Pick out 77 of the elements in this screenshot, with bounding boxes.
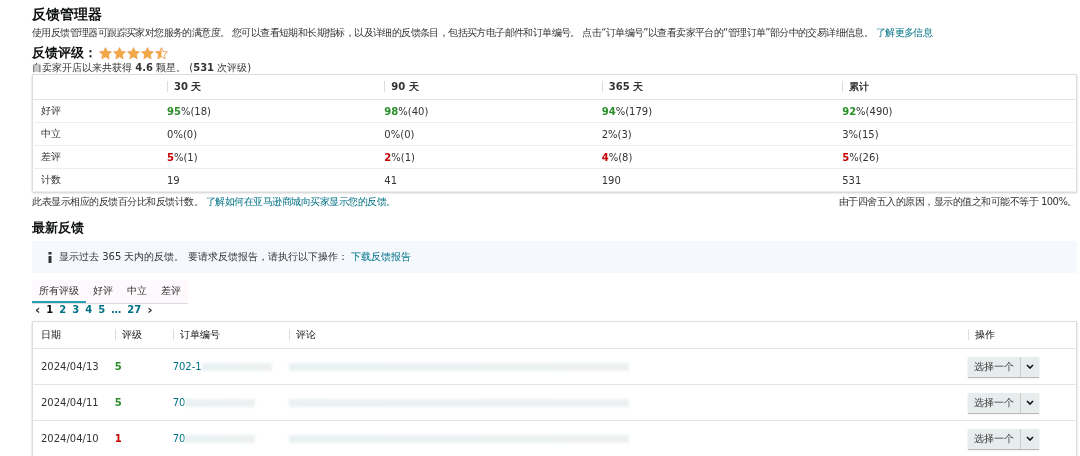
- table-cell: 190: [601, 174, 621, 186]
- order-link[interactable]: 70: [172, 397, 186, 408]
- chevron-down-icon: [1026, 436, 1034, 441]
- order-link[interactable]: 702-1: [172, 361, 202, 372]
- table-cell: 19: [167, 174, 180, 186]
- select-action-button[interactable]: 选择一个: [968, 428, 1020, 449]
- page-link[interactable]: 4: [82, 304, 96, 316]
- column-header: 订单编号: [172, 329, 220, 340]
- table-note: 此表显示相应的反馈百分比和反馈计数。 了解如何在亚马逊商城向买家显示您的反馈。: [32, 195, 396, 209]
- column-header: 日期: [41, 329, 61, 340]
- star-icon: [99, 46, 112, 60]
- download-report-link[interactable]: 下载反馈报告: [350, 251, 411, 262]
- rating-cell: 5: [114, 397, 122, 408]
- row-label: 中立: [41, 128, 61, 139]
- table-cell: 41: [384, 174, 398, 186]
- table-cell: 5%(1): [167, 151, 198, 163]
- next-page-button[interactable]: ›: [144, 304, 156, 316]
- column-header: 30 天: [167, 81, 202, 92]
- rating-cell: 1: [114, 433, 122, 444]
- page-link[interactable]: …: [108, 304, 125, 316]
- column-header: 365 天: [601, 81, 644, 92]
- date-cell: 2024/04/10: [41, 433, 99, 444]
- table-cell: 2%(1): [384, 151, 415, 163]
- select-action-button[interactable]: 选择一个: [968, 392, 1020, 413]
- learn-more-link[interactable]: 了解更多信息: [875, 27, 933, 38]
- star-icon: [127, 46, 140, 60]
- page-title: 反馈管理器: [32, 6, 103, 24]
- date-cell: 2024/04/11: [41, 397, 99, 408]
- half-star-icon: [155, 46, 168, 60]
- row-label: 好评: [41, 105, 61, 116]
- page-link[interactable]: 27: [124, 304, 145, 316]
- dropdown-button[interactable]: [1020, 428, 1039, 449]
- order-link[interactable]: 70: [172, 433, 186, 444]
- dropdown-button[interactable]: [1020, 392, 1039, 413]
- page-link[interactable]: 3: [69, 304, 83, 316]
- rating-cell: 5: [114, 361, 122, 372]
- table-cell: 0%(0): [384, 128, 415, 140]
- filter-tab[interactable]: 差评: [154, 280, 188, 303]
- table-cell: 4%(8): [601, 151, 633, 163]
- rounding-note: 由于四舍五入的原因，显示的值之和可能不等于 100%。: [838, 195, 1077, 209]
- chevron-down-icon: [1026, 400, 1034, 405]
- column-header: 操作: [968, 329, 995, 340]
- table-cell: 2%(3): [601, 128, 632, 140]
- select-action-button[interactable]: 选择一个: [968, 356, 1020, 377]
- table-cell: 5%(26): [842, 151, 880, 163]
- page-link[interactable]: 1: [43, 304, 57, 316]
- info-icon: [48, 251, 52, 263]
- display-feedback-link[interactable]: 了解如何在亚马逊商城向买家显示您的反馈。: [205, 196, 396, 207]
- rating-heading: 反馈评级：: [32, 44, 97, 62]
- column-header: 累计: [842, 81, 870, 92]
- table-cell: 0%(0): [167, 128, 198, 140]
- star-icon: [141, 46, 154, 60]
- column-header: 90 天: [384, 81, 419, 92]
- star-icon: [113, 46, 126, 60]
- row-label: 差评: [41, 151, 61, 162]
- row-label: 计数: [41, 174, 61, 185]
- table-cell: 94%(179): [601, 105, 653, 117]
- table-cell: 531: [842, 174, 862, 186]
- notice-text: 显示过去 365 天内的反馈。 要请求反馈报告，请执行以下操作： 下载反馈报告: [59, 250, 411, 264]
- chevron-down-icon: [1026, 364, 1034, 369]
- page-link[interactable]: 2: [56, 304, 70, 316]
- previous-page-button[interactable]: ‹: [32, 304, 44, 316]
- table-cell: 95%(18): [167, 105, 211, 117]
- section-heading: 最新反馈: [32, 219, 85, 237]
- rating-summary: 自卖家开店以来共获得 4.6 颗星。 (531 次评级): [32, 62, 253, 73]
- table-cell: 92%(490): [842, 105, 893, 117]
- date-cell: 2024/04/13: [41, 361, 99, 372]
- filter-tab[interactable]: 中立: [120, 280, 154, 303]
- dropdown-button[interactable]: [1020, 356, 1039, 377]
- filter-tab[interactable]: 好评: [86, 280, 120, 303]
- description: 使用反馈管理器可跟踪买家对您服务的满意度。 您可以查看短期和长期指标，以及详细的反馈条目，包括买方电子邮件和订单编号。 点击“订单编号”以查看卖家平台的“管理订单”部分中的交易详细信息。 了解更多信息: [32, 26, 934, 39]
- table-cell: 3%(15): [842, 128, 879, 140]
- page-link[interactable]: 5: [95, 304, 109, 316]
- column-header: 评级: [114, 329, 142, 340]
- filter-tab[interactable]: 所有评级: [32, 280, 86, 303]
- column-header: 评论: [288, 329, 316, 340]
- table-cell: 98%(40): [384, 105, 429, 117]
